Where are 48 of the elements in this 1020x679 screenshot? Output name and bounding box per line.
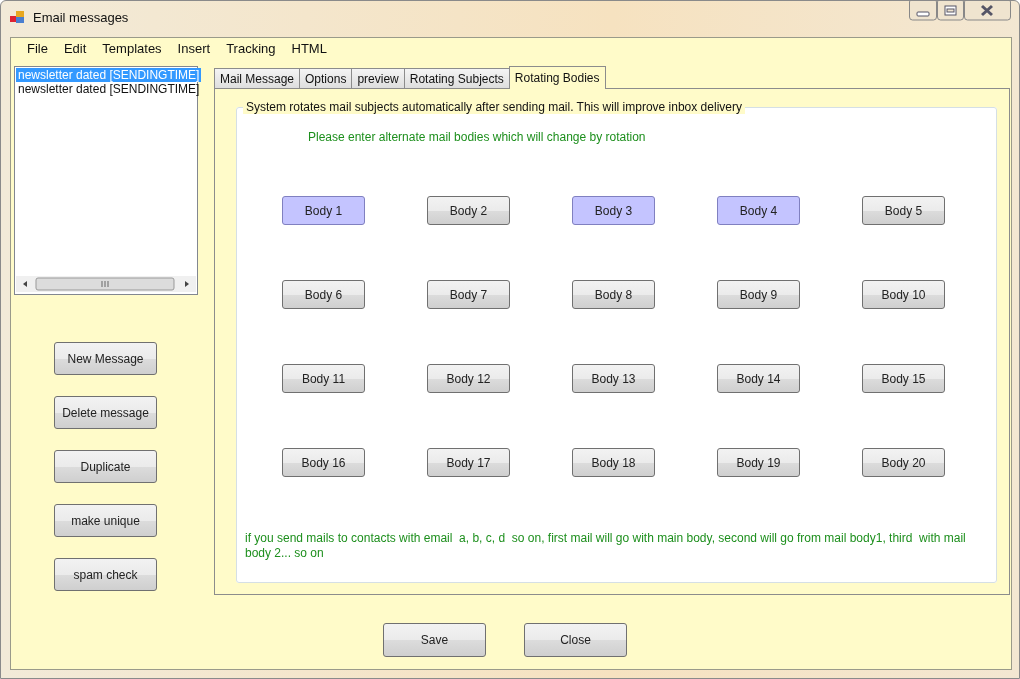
body-button[interactable]: Body 4	[717, 196, 800, 225]
maximize-button[interactable]	[937, 1, 964, 21]
body-button[interactable]: Body 8	[572, 280, 655, 309]
tab[interactable]: Rotating Subjects	[403, 68, 510, 88]
menu-item[interactable]: HTML	[283, 41, 335, 61]
action-button[interactable]: Delete message	[54, 396, 157, 429]
body-button[interactable]: Body 17	[427, 448, 510, 477]
menu-item[interactable]: Insert	[169, 41, 219, 61]
body-button[interactable]: Body 12	[427, 364, 510, 393]
body-button[interactable]: Body 14	[717, 364, 800, 393]
close-button[interactable]	[964, 1, 1011, 21]
footer-button[interactable]: Close	[524, 623, 627, 657]
action-button[interactable]: make unique	[54, 504, 157, 537]
footer-button[interactable]: Save	[383, 623, 486, 657]
body-button[interactable]: Body 6	[282, 280, 365, 309]
body-button[interactable]: Body 10	[862, 280, 945, 309]
body-button[interactable]: Body 19	[717, 448, 800, 477]
body-button[interactable]: Body 20	[862, 448, 945, 477]
group-title: System rotates mail subjects automatically after sending mail. This will improve inbox delivery	[243, 100, 745, 114]
menu-item[interactable]: Tracking	[218, 41, 284, 61]
body-button[interactable]: Body 1	[282, 196, 365, 225]
action-button[interactable]: New Message	[54, 342, 157, 375]
action-button[interactable]: Duplicate	[54, 450, 157, 483]
menu-item[interactable]: Edit	[55, 41, 95, 61]
minimize-button[interactable]	[909, 1, 937, 21]
action-button[interactable]: spam check	[54, 558, 157, 591]
body-button[interactable]: Body 15	[862, 364, 945, 393]
body-button[interactable]: Body 11	[282, 364, 365, 393]
note-text: if you send mails to contacts with email a, b, c, d so on, first mail will go with main body, second will go from mail body1, third with mail body 2... so on	[245, 531, 967, 561]
app-icon	[9, 10, 25, 24]
tab[interactable]: Options	[299, 68, 353, 88]
tab[interactable]: preview	[351, 68, 405, 88]
body-button[interactable]: Body 16	[282, 448, 365, 477]
hint-text: Please enter alternate mail bodies which will change by rotation	[308, 130, 647, 144]
body-button[interactable]: Body 13	[572, 364, 655, 393]
body-button[interactable]: Body 3	[572, 196, 655, 225]
body-button[interactable]: Body 9	[717, 280, 800, 309]
horizontal-scrollbar[interactable]	[16, 276, 196, 292]
menu-item[interactable]: File	[19, 41, 56, 61]
window-title: Email messages	[33, 9, 129, 25]
tab[interactable]: Mail Message	[214, 68, 301, 88]
tab[interactable]: Rotating Bodies	[508, 66, 606, 89]
menu-item[interactable]: Templates	[94, 41, 170, 61]
body-button[interactable]: Body 5	[862, 196, 945, 225]
message-item[interactable]: newsletter dated [SENDINGTIME]	[16, 82, 202, 96]
body-button[interactable]: Body 2	[427, 196, 510, 225]
body-button[interactable]: Body 7	[427, 280, 510, 309]
body-button[interactable]: Body 18	[572, 448, 655, 477]
